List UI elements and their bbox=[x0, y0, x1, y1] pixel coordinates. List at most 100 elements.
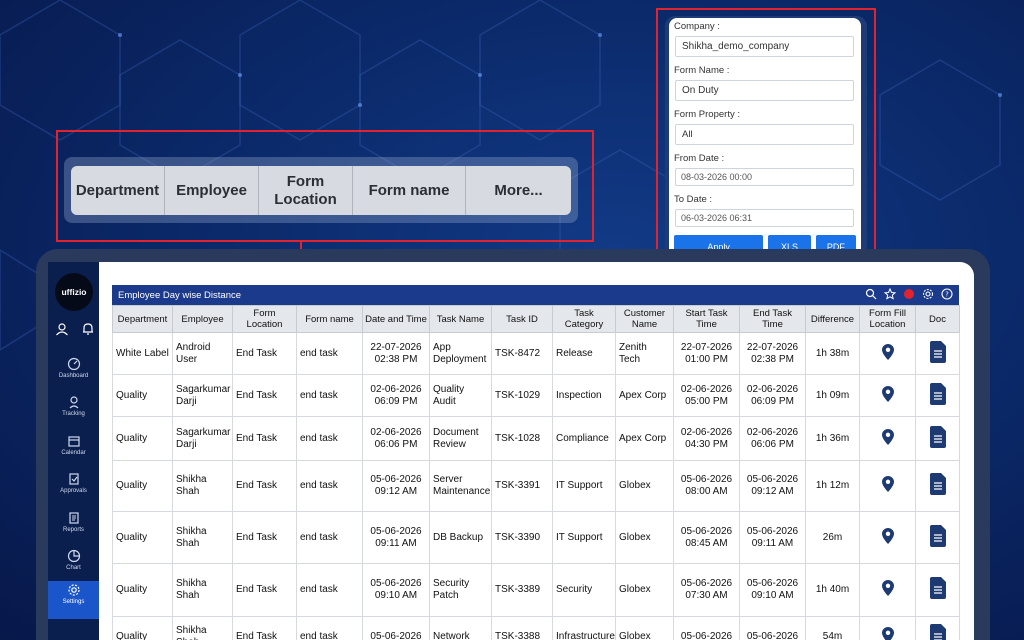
table-cell: Shikha Shah bbox=[172, 511, 233, 564]
gear-icon[interactable] bbox=[922, 288, 934, 300]
table-cell: Release bbox=[552, 332, 616, 375]
table-row[interactable]: Quality Sagarkumar Darji End Task end task 0… bbox=[112, 374, 960, 417]
column-header[interactable]: Employee bbox=[172, 305, 233, 333]
map-pin-icon[interactable] bbox=[881, 476, 894, 492]
location-cell[interactable] bbox=[859, 511, 916, 564]
document-icon[interactable] bbox=[929, 382, 946, 405]
map-pin-icon[interactable] bbox=[881, 527, 894, 544]
column-header[interactable]: Form Fill Location bbox=[859, 305, 916, 333]
filter-icon[interactable] bbox=[903, 288, 915, 300]
chip-form-name[interactable]: Form name bbox=[353, 166, 466, 215]
location-cell[interactable] bbox=[859, 616, 916, 640]
map-pin-icon[interactable] bbox=[881, 343, 894, 360]
table-cell: Infrastructure bbox=[552, 616, 616, 640]
doc-cell[interactable] bbox=[915, 616, 960, 640]
chip-form-location[interactable]: Form Location bbox=[259, 166, 353, 215]
column-header[interactable]: Form name bbox=[296, 305, 363, 333]
table-row[interactable]: QualityShikha ShahEnd Taskend task05-06-… bbox=[112, 563, 960, 617]
table-cell: Security bbox=[552, 563, 616, 617]
doc-cell[interactable] bbox=[915, 563, 960, 617]
document-icon[interactable] bbox=[929, 340, 946, 363]
location-cell[interactable] bbox=[859, 563, 916, 617]
table-cell: 22-07-2026 02:38 PM bbox=[362, 332, 430, 375]
column-header[interactable]: Task Name bbox=[429, 305, 492, 333]
document-icon[interactable] bbox=[929, 473, 946, 495]
table-row[interactable]: QualityShikha ShahEnd Taskend task05-06-… bbox=[112, 616, 960, 640]
table-cell: Quality bbox=[112, 416, 173, 461]
location-cell[interactable] bbox=[859, 416, 916, 461]
location-cell[interactable] bbox=[859, 332, 916, 375]
from-date-field[interactable]: 08-03-2026 00:00 bbox=[675, 168, 854, 186]
user-icon[interactable] bbox=[55, 322, 69, 336]
star-icon[interactable] bbox=[884, 288, 896, 300]
table-cell: TSK-3389 bbox=[491, 563, 553, 617]
nav-settings[interactable]: Settings bbox=[48, 581, 99, 619]
company-field[interactable]: Shikha_demo_company bbox=[675, 36, 854, 57]
to-date-field[interactable]: 06-03-2026 06:31 bbox=[675, 209, 854, 227]
nav-label: Chart bbox=[66, 565, 81, 571]
form-name-field[interactable]: On Duty bbox=[675, 80, 854, 101]
form-property-label: Form Property : bbox=[674, 109, 740, 120]
bell-icon[interactable] bbox=[81, 322, 95, 336]
doc-cell[interactable] bbox=[915, 416, 960, 461]
nav-label: Approvals bbox=[60, 488, 87, 494]
column-header[interactable]: Customer Name bbox=[615, 305, 674, 333]
column-header[interactable]: Date and Time bbox=[362, 305, 430, 333]
map-pin-icon[interactable] bbox=[881, 385, 894, 402]
column-header[interactable]: Task Category bbox=[552, 305, 616, 333]
nav-chart[interactable]: Chart bbox=[48, 547, 99, 585]
nav-reports[interactable]: Reports bbox=[48, 509, 99, 547]
app-logo[interactable]: uffizio bbox=[55, 273, 93, 311]
column-header[interactable]: Start Task Time bbox=[673, 305, 740, 333]
column-header[interactable]: Task ID bbox=[491, 305, 553, 333]
table-cell: 1h 36m bbox=[805, 416, 860, 461]
help-icon[interactable]: ? bbox=[941, 288, 953, 300]
nav-label: Tracking bbox=[62, 411, 85, 417]
chip-more[interactable]: More... bbox=[466, 166, 571, 215]
form-property-field[interactable]: All bbox=[675, 124, 854, 145]
nav-tracking[interactable]: Tracking bbox=[48, 393, 99, 431]
nav-calendar[interactable]: Calendar bbox=[48, 432, 99, 470]
table-cell: 02-06-2026 05:00 PM bbox=[673, 374, 740, 417]
map-pin-icon[interactable] bbox=[881, 580, 894, 596]
document-icon[interactable] bbox=[929, 577, 946, 599]
location-cell[interactable] bbox=[859, 460, 916, 512]
document-icon[interactable] bbox=[929, 425, 946, 448]
doc-cell[interactable] bbox=[915, 374, 960, 417]
table-cell: Quality Audit bbox=[429, 374, 492, 417]
column-header[interactable]: Department bbox=[112, 305, 173, 333]
map-pin-icon[interactable] bbox=[881, 428, 894, 445]
table-cell: End Task bbox=[232, 460, 297, 512]
location-cell[interactable] bbox=[859, 374, 916, 417]
report-table: Department Employee Form Location Form name… bbox=[112, 305, 960, 640]
table-cell: TSK-3390 bbox=[491, 511, 553, 564]
doc-cell[interactable] bbox=[915, 332, 960, 375]
table-cell: Inspection bbox=[552, 374, 616, 417]
search-icon[interactable] bbox=[865, 288, 877, 300]
table-cell: 22-07-2026 02:38 PM bbox=[739, 332, 806, 375]
chip-employee[interactable]: Employee bbox=[165, 166, 259, 215]
column-header[interactable]: Doc bbox=[915, 305, 960, 333]
table-cell: White Label bbox=[112, 332, 173, 375]
table-row[interactable]: Quality Sagarkumar Darji End Task end task 0… bbox=[112, 416, 960, 461]
table-cell: end task bbox=[296, 416, 363, 461]
table-cell: End Task bbox=[232, 511, 297, 564]
doc-cell[interactable] bbox=[915, 460, 960, 512]
document-icon[interactable] bbox=[929, 524, 946, 547]
doc-cell[interactable] bbox=[915, 511, 960, 564]
document-icon[interactable] bbox=[929, 623, 946, 640]
table-cell: End Task bbox=[232, 416, 297, 461]
table-row[interactable]: White Label Android User End Task end task 2… bbox=[112, 332, 960, 375]
reports-icon bbox=[68, 512, 79, 524]
column-header[interactable]: End Task Time bbox=[739, 305, 806, 333]
column-header[interactable]: Difference bbox=[805, 305, 860, 333]
table-row[interactable]: QualityShikha ShahEnd Taskend task05-06-… bbox=[112, 511, 960, 564]
chip-department[interactable]: Department bbox=[71, 166, 165, 215]
table-row[interactable]: QualityShikha ShahEnd Taskend task05-06-… bbox=[112, 460, 960, 512]
column-header[interactable]: Form Location bbox=[232, 305, 297, 333]
nav-approvals[interactable]: Approvals bbox=[48, 470, 99, 508]
report-title: Employee Day wise Distance bbox=[118, 289, 242, 301]
map-pin-icon[interactable] bbox=[881, 626, 894, 640]
nav-dashboard[interactable]: Dashboard bbox=[48, 355, 99, 393]
table-cell: TSK-3388 bbox=[491, 616, 553, 640]
